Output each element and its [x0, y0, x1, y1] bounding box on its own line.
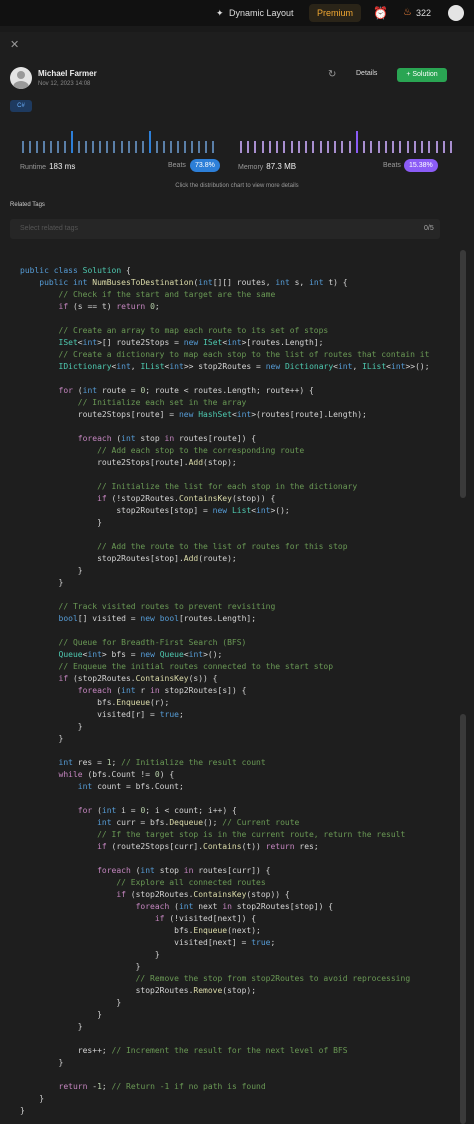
memory-bar[interactable]: [298, 141, 300, 153]
top-bar: ✦ Dynamic Layout Premium ⏰ ♨ 322: [0, 0, 474, 26]
language-tag: C#: [10, 100, 32, 112]
submission-date: Nov 12, 2023 14:08: [38, 81, 91, 87]
runtime-bar[interactable]: [99, 141, 101, 153]
runtime-bar[interactable]: [43, 141, 45, 153]
runtime-bar[interactable]: [212, 141, 214, 153]
runtime-bar[interactable]: [64, 141, 66, 153]
runtime-stat: Runtime 183 ms: [20, 162, 75, 171]
close-icon[interactable]: ✕: [10, 38, 19, 51]
related-tags-placeholder: Select related tags: [20, 225, 78, 232]
memory-bar[interactable]: [349, 141, 351, 153]
fire-icon: ♨: [403, 7, 412, 18]
memory-bar[interactable]: [283, 141, 285, 153]
alarm-clock-icon[interactable]: ⏰: [373, 0, 388, 26]
memory-beats-badge: 15.38%: [404, 159, 438, 172]
runtime-bar[interactable]: [184, 141, 186, 153]
memory-bar[interactable]: [247, 141, 249, 153]
memory-bar[interactable]: [436, 141, 438, 153]
memory-bar[interactable]: [327, 141, 329, 153]
memory-bar[interactable]: [334, 141, 336, 153]
details-button[interactable]: Details: [356, 70, 377, 77]
memory-bar[interactable]: [240, 141, 242, 153]
runtime-bar[interactable]: [142, 141, 144, 153]
distribution-hint: Click the distribution chart to view mor…: [175, 183, 299, 189]
memory-bar[interactable]: [269, 141, 271, 153]
runtime-value: 183 ms: [49, 162, 76, 171]
runtime-bar[interactable]: [205, 141, 207, 153]
memory-bar[interactable]: [276, 141, 278, 153]
dynamic-layout-button[interactable]: Dynamic Layout: [229, 0, 294, 26]
memory-bar[interactable]: [428, 141, 430, 153]
runtime-bar[interactable]: [156, 141, 158, 153]
runtime-bar[interactable]: [29, 141, 31, 153]
memory-bar[interactable]: [392, 141, 394, 153]
profile-avatar-icon[interactable]: [448, 5, 464, 21]
solution-button[interactable]: + Solution: [397, 68, 447, 82]
code-block[interactable]: public class Solution { public int NumBu…: [20, 265, 430, 1117]
memory-bar[interactable]: [262, 141, 264, 153]
runtime-bar[interactable]: [170, 141, 172, 153]
runtime-bar[interactable]: [149, 131, 151, 153]
memory-bar[interactable]: [385, 141, 387, 153]
avatar[interactable]: [10, 67, 32, 89]
runtime-bar[interactable]: [128, 141, 130, 153]
sparkle-icon[interactable]: ✦: [216, 0, 224, 26]
memory-stat: Memory 87.3 MB: [238, 162, 296, 171]
memory-bar[interactable]: [312, 141, 314, 153]
memory-bar[interactable]: [399, 141, 401, 153]
runtime-bar[interactable]: [121, 141, 123, 153]
related-tags-title: Related Tags: [10, 202, 45, 208]
runtime-bar[interactable]: [22, 141, 24, 153]
runtime-beats-badge: 73.8%: [190, 159, 220, 172]
memory-beats-label: Beats: [383, 162, 401, 169]
scrollbar-thumb-lower[interactable]: [460, 714, 466, 1124]
memory-value: 87.3 MB: [266, 162, 297, 171]
scrollbar-thumb-upper[interactable]: [460, 250, 466, 498]
refresh-icon[interactable]: ↻: [328, 69, 336, 80]
runtime-bar[interactable]: [92, 141, 94, 153]
memory-bar[interactable]: [356, 131, 358, 153]
runtime-bar[interactable]: [36, 141, 38, 153]
user-name[interactable]: Michael Farmer: [38, 69, 97, 78]
runtime-bar[interactable]: [85, 141, 87, 153]
memory-bar[interactable]: [363, 141, 365, 153]
memory-bar[interactable]: [378, 141, 380, 153]
runtime-bar[interactable]: [163, 141, 165, 153]
memory-bar[interactable]: [320, 141, 322, 153]
runtime-bar[interactable]: [135, 141, 137, 153]
streak-count[interactable]: 322: [416, 0, 431, 26]
runtime-bar[interactable]: [113, 141, 115, 153]
runtime-bar[interactable]: [198, 141, 200, 153]
runtime-beats-label: Beats: [168, 162, 186, 169]
runtime-label: Runtime: [20, 164, 47, 171]
runtime-bar[interactable]: [50, 141, 52, 153]
premium-button[interactable]: Premium: [309, 4, 362, 22]
runtime-bar[interactable]: [71, 131, 73, 153]
related-tags-count: 0/5: [424, 225, 434, 232]
runtime-bar[interactable]: [177, 141, 179, 153]
memory-bar[interactable]: [450, 141, 452, 153]
memory-bar[interactable]: [305, 141, 307, 153]
memory-bar[interactable]: [421, 141, 423, 153]
memory-bar[interactable]: [341, 141, 343, 153]
memory-bar[interactable]: [291, 141, 293, 153]
runtime-bar[interactable]: [57, 141, 59, 153]
memory-bar[interactable]: [414, 141, 416, 153]
memory-bar[interactable]: [407, 141, 409, 153]
memory-bar[interactable]: [370, 141, 372, 153]
runtime-bar[interactable]: [78, 141, 80, 153]
memory-bar[interactable]: [254, 141, 256, 153]
memory-bar[interactable]: [443, 141, 445, 153]
runtime-bar[interactable]: [191, 141, 193, 153]
memory-label: Memory: [238, 164, 264, 171]
runtime-bar[interactable]: [106, 141, 108, 153]
solution-label: Solution: [412, 71, 438, 78]
